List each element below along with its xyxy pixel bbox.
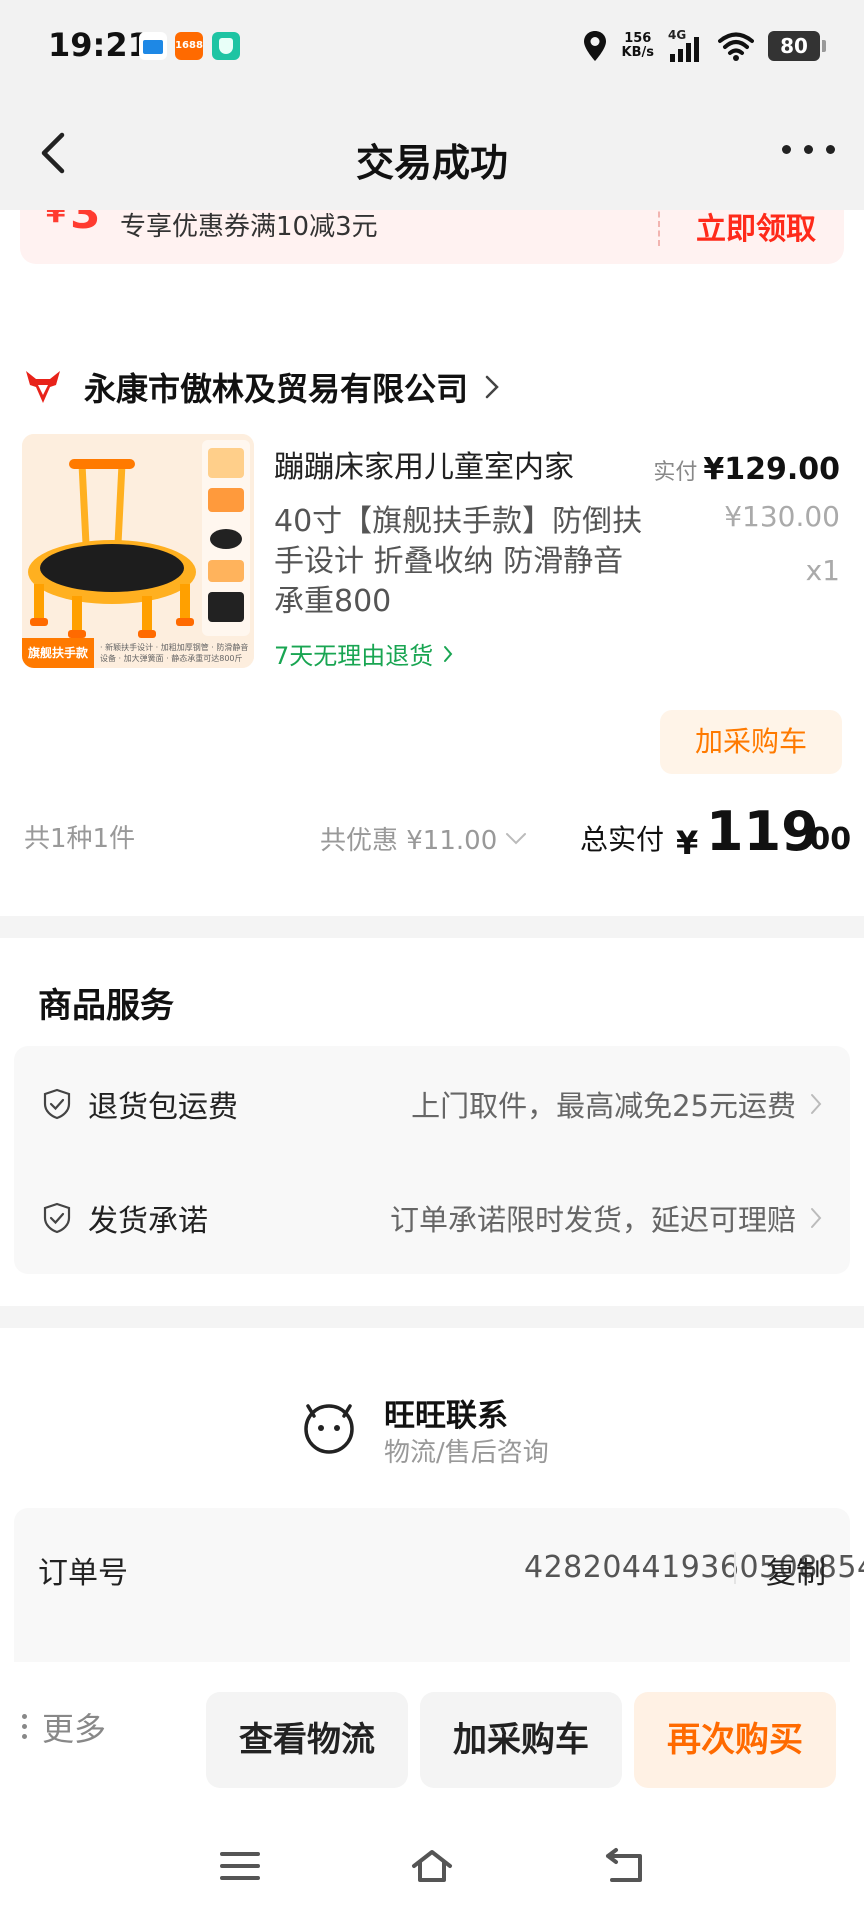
add-to-cart-button[interactable]: 加采购车 [660, 710, 842, 774]
service-item-return-shipping[interactable]: 退货包运费 上门取件，最高减免25元运费 [42, 1074, 822, 1134]
order-number-label: 订单号 [38, 1556, 128, 1591]
paid-price-row: 实付 ¥129.00 [653, 452, 840, 487]
total-currency: ¥ [676, 824, 699, 862]
services-title: 商品服务 [38, 986, 174, 1026]
product-image-tag: 旗舰扶手款 [22, 638, 94, 668]
more-options-icon[interactable] [782, 139, 838, 159]
order-divider [734, 1552, 736, 1584]
chevron-right-icon [444, 645, 453, 662]
paid-label: 实付 [653, 460, 698, 485]
return-policy-link[interactable]: 7天无理由退货 [274, 636, 453, 671]
service-name: 发货承诺 [88, 1204, 208, 1239]
wangwang-title: 旺旺联系 [384, 1398, 508, 1434]
copy-order-button[interactable]: 复制 [766, 1548, 826, 1592]
battery-indicator: 80 [768, 31, 826, 61]
status-indicators: 156 KB/s 4G 80 [582, 24, 826, 68]
wangwang-subtitle: 物流/售后咨询 [384, 1438, 549, 1468]
chevron-right-icon [811, 1208, 822, 1228]
more-actions-button[interactable]: 更多 [22, 1704, 106, 1750]
notification-app-icon [139, 32, 167, 60]
location-icon [583, 31, 606, 61]
shop-link[interactable]: 永康市傲林及贸易有限公司 [24, 362, 500, 412]
security-app-icon [212, 32, 240, 60]
product-spec[interactable]: 40寸【旗舰扶手款】防倒扶手设计 折叠收纳 防滑静音 承重800 [274, 502, 644, 622]
product-image[interactable]: 旗舰扶手款 · 新颖扶手设计 · 加粗加厚钢管 · 防滑静音设备 · 加大弹簧面… [22, 434, 254, 668]
service-desc: 上门取件，最高减免25元运费 [411, 1089, 796, 1123]
total-label: 总实付 [580, 823, 665, 856]
claim-coupon-button[interactable]: 立即领取 [696, 204, 816, 248]
total-decimal: .00 [798, 822, 852, 857]
order-info: 订单号 4282044193605088549 复制 [14, 1508, 864, 1662]
network-speed: 156 KB/s [621, 31, 654, 60]
cellular-signal-icon: 4G [668, 28, 704, 62]
section-divider [0, 1306, 864, 1328]
chevron-right-icon [811, 1094, 822, 1114]
original-price: ¥130.00 [724, 500, 840, 533]
view-logistics-button[interactable]: 查看物流 [206, 1692, 408, 1788]
wangwang-chat-icon [304, 1404, 354, 1454]
page-title: 交易成功 [355, 141, 508, 185]
coupon-description: 专享优惠券满10减3元 [120, 212, 378, 242]
item-count: 共1种1件 [24, 824, 136, 854]
trampoline-image [22, 434, 254, 668]
chevron-down-icon [506, 832, 527, 844]
paid-price: ¥129.00 [703, 452, 840, 487]
home-icon[interactable] [410, 1846, 454, 1886]
shield-check-icon [43, 1202, 71, 1234]
return-policy-label: 7天无理由退货 [274, 642, 434, 670]
nav-header: 交易成功 [0, 95, 864, 210]
back-icon[interactable] [602, 1846, 646, 1886]
bottom-action-bar: 更多 查看物流 加采购车 再次购买 [0, 1662, 864, 1792]
shop-name: 永康市傲林及贸易有限公司 [84, 370, 469, 408]
status-bar: 19:21 1688 156 KB/s 4G 80 [0, 0, 864, 95]
more-dots-icon [22, 1714, 28, 1740]
service-name: 退货包运费 [88, 1090, 238, 1125]
service-desc: 订单承诺限时发货，延迟可理赔 [389, 1203, 796, 1237]
discount-toggle[interactable]: 共优惠 ¥11.00 [320, 820, 527, 857]
status-time: 19:21 [48, 26, 150, 64]
shield-check-icon [43, 1088, 71, 1120]
section-divider [0, 916, 864, 938]
discount-label: 共优惠 ¥11.00 [320, 826, 498, 856]
chevron-right-icon [485, 375, 499, 399]
add-to-cart-bottom-button[interactable]: 加采购车 [420, 1692, 622, 1788]
wifi-icon [718, 32, 754, 61]
menu-icon[interactable] [218, 1846, 262, 1886]
product-image-features: · 新颖扶手设计 · 加粗加厚钢管 · 防滑静音设备 · 加大弹簧面 · 静态承… [100, 643, 249, 663]
buy-again-button[interactable]: 再次购买 [634, 1692, 836, 1788]
shop-logo-icon [26, 371, 60, 403]
quantity: x1 [805, 554, 840, 587]
1688-app-icon: 1688 [175, 32, 203, 60]
system-nav-bar [0, 1800, 864, 1920]
product-title[interactable]: 蹦蹦床家用儿童室内家 [274, 448, 644, 488]
more-label: 更多 [42, 1710, 107, 1748]
services-list: 退货包运费 上门取件，最高减免25元运费 发货承诺 订单承诺限时发货，延迟可理赔 [14, 1046, 850, 1274]
service-item-shipping-promise[interactable]: 发货承诺 订单承诺限时发货，延迟可理赔 [42, 1188, 822, 1248]
